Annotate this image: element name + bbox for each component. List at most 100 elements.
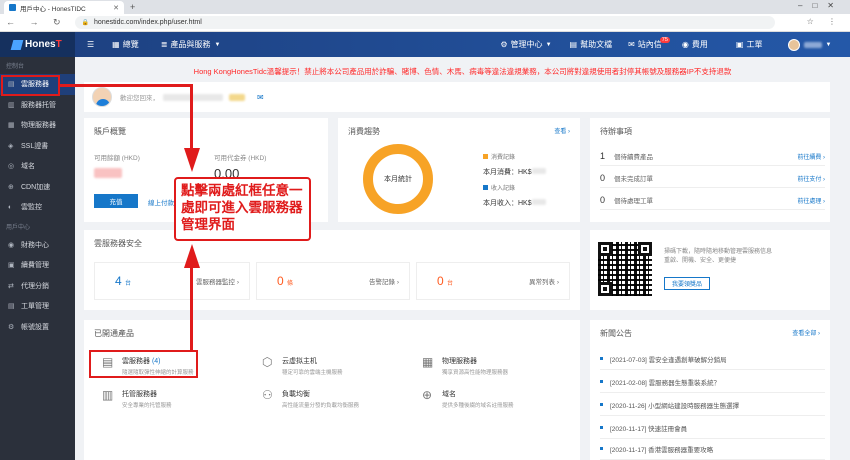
news-card: 新聞公告 查看全部 › [2021-07-03] 雲安全逢遇創華破解分銷局 [2… [590,320,830,460]
stat-number: 0 台 [437,274,453,288]
product-domain[interactable]: ⊕ 域名 提供多種後綴的域名註冊服務 [422,388,514,410]
income-value-blurred [531,199,546,205]
sidebar-item-cdn[interactable]: ⊕ CDN加速 [0,177,75,198]
nav-tickets[interactable]: ▣ 工單 [736,39,763,50]
sidebar-item-agent[interactable]: ⇄ 代理分銷 [0,276,75,297]
news-item[interactable]: [2020-11-17] 香港雲服務器重要攻略 [600,438,825,460]
todo-go-link[interactable]: 前往處理 › [797,196,825,205]
monitor-icon: ◐ [8,203,13,211]
month-stat-ring: 本月統計 [363,144,433,214]
qr-description: 掃碼下載，隨時隨地移動管理雲服務信息 重啟、開機、安全、更便捷 [664,248,824,266]
todo-label: 個未完成訂單 [614,176,653,183]
qr-finder [598,242,612,256]
card-title: 待辦事項 [600,127,632,136]
mail-icon: ✉ [628,40,635,49]
todo-count: 1 [600,151,606,161]
news-text: [2021-07-03] 雲安全逢遇創華破解分銷局 [610,356,727,364]
voucher-label: 可用代金券 (HKD) [214,155,267,162]
nav-help[interactable]: ▤ 幫助文檔 [570,39,613,50]
sidebar: 控制台 ▤ 雲服務器 ▥ 服務器托管 ▦ 物理服務器 ◈ SSL證書 ◎ 域名 ⊕ CDN加… [0,57,75,460]
todo-go-link[interactable]: 前往支付 › [797,174,825,183]
globe-icon: ⊕ [422,388,433,402]
product-load-balancer[interactable]: ⚇ 負載均衡 高性能流量分發的負載均衡服務 [262,388,359,410]
todo-label: 個待續費產品 [614,154,653,161]
todo-go-link[interactable]: 前往續費 › [797,152,825,161]
browser-tabbar: 用戶中心 - HonesTIDC ✕ + –□✕ [0,0,850,14]
url-field[interactable]: 🔒 honestidc.com/index.php/user.html [74,16,775,29]
pay-link[interactable]: 線上付款 [148,197,174,207]
arrow-line [190,266,193,351]
arrow-up-icon [184,244,200,268]
browser-tab[interactable]: 用戶中心 - HonesTIDC ✕ [4,1,124,14]
sidebar-item-domain[interactable]: ◎ 域名 [0,156,75,177]
callout-line: 點擊兩處紅框任意一 [181,183,303,199]
sidebar-item-monitor[interactable]: ◐ 雲監控 [0,197,75,218]
stat-number: 0 條 [277,274,293,288]
spend-label: 本月消費：HK$ [483,169,532,176]
card-title: 賬戶概覽 [94,127,126,136]
finance-icon: ◉ [8,241,15,249]
bullet-icon [600,426,603,429]
mail-icon[interactable]: ✉ [257,93,264,102]
news-item[interactable]: [2020-11-17] 快速註冊會員 [600,417,825,439]
nav-back-forward-reload-icon[interactable]: ← → ↻ [6,17,67,28]
news-text: [2020-11-26] 小型網站建設時服務器生態選擇 [610,402,740,410]
product-title: 物理服務器 [442,358,477,365]
site-logo[interactable]: Hones T [0,32,75,57]
stat-value: 4 [115,274,122,288]
address-bar: ← → ↻ 🔒 honestidc.com/index.php/user.htm… [0,14,850,32]
todo-row: 0 個待處理工單 前往處理 › [600,191,825,210]
cube-icon: ⬡ [262,355,273,369]
window-controls[interactable]: –□✕ [798,1,844,10]
trend-more-link[interactable]: 查看 › [554,126,570,135]
nav-messages[interactable]: ✉ 站內信 75 [628,36,672,50]
menu-toggle-icon[interactable]: ☰ [87,40,94,49]
new-tab-icon[interactable]: + [130,2,135,12]
sidebar-item-label: 雲監控 [21,204,42,212]
nav-overview[interactable]: ▦ 總覽 [112,39,139,50]
sidebar-item-account[interactable]: ⚙ 帳號設置 [0,317,75,338]
sidebar-item-renew[interactable]: ▣ 續費管理 [0,255,75,276]
fee-icon: ◉ [681,40,689,49]
sidebar-item-ssl[interactable]: ◈ SSL證書 [0,136,75,157]
claim-prize-button[interactable]: 我要領獎品 [664,277,710,290]
extension-icons[interactable]: ☆ ⋮ [807,17,842,26]
news-text: [2020-11-17] 快速註冊會員 [610,425,688,433]
recharge-button[interactable]: 充值 [94,194,138,208]
sidebar-item-label: 財務中心 [21,241,49,249]
product-virtual-host[interactable]: ⬡ 云虚拟主机 穩定可靠的雲端主機服務 [262,355,343,377]
sidebar-item-hosting[interactable]: ▥ 服務器托管 [0,95,75,116]
nav-manage-center[interactable]: ⚙ 管理中心 ▼ [500,39,551,50]
nav-products[interactable]: ≣ 產品與服務 ▼ [161,39,221,50]
chevron-down-icon: ▼ [214,41,221,48]
stat-server-monitor[interactable]: 4 台 雲服務器監控 › [94,262,250,300]
stat-alerts[interactable]: 0 條 告警記錄 › [256,262,410,300]
news-more-link[interactable]: 查看全部 › [792,328,820,337]
stat-anomalies[interactable]: 0 台 異常列表 › [416,262,570,300]
sidebar-caption-console: 控制台 [6,64,25,70]
account-icon: ⚙ [8,323,15,331]
news-item[interactable]: [2021-02-08] 雲服務器生態重裝系統？ [600,371,825,393]
balance-icon: ⚇ [262,388,273,402]
user-menu[interactable]: ▼ [788,38,831,51]
stat-unit: 台 [447,281,454,287]
news-item[interactable]: [2020-11-26] 小型網站建設時服務器生態選擇 [600,394,825,416]
sidebar-item-label: 代理分銷 [21,282,49,290]
instruction-callout: 點擊兩處紅框任意一 處即可進入雲服務器 管理界面 [174,177,311,241]
nav-fees[interactable]: ◉ 費用 [682,39,708,50]
ticket-icon: ▣ [735,40,744,49]
legend-spend: 消費記錄 [483,152,515,161]
sidebar-item-physical[interactable]: ▦ 物理服務器 [0,115,75,136]
close-tab-icon[interactable]: ✕ [113,4,119,12]
product-physical-server[interactable]: ▦ 物理服務器 獨享資源高性能物理服務器 [422,356,508,377]
card-title: 新聞公告 [600,329,632,338]
sidebar-item-finance[interactable]: ◉ 財務中心 [0,235,75,256]
legend-swatch [483,185,488,190]
sidebar-item-tickets[interactable]: ▤ 工單管理 [0,296,75,317]
card-title: 已開通產品 [94,329,134,338]
help-icon: ▤ [569,40,578,49]
month-income: 本月收入：HK$ [483,198,546,208]
news-text: [2020-11-17] 香港雲服務器重要攻略 [610,446,714,454]
product-hosting[interactable]: ▥ 托管服務器 安全專業的托管服務 [102,389,172,410]
news-item[interactable]: [2021-07-03] 雲安全逢遇創華破解分銷局 [600,348,825,370]
